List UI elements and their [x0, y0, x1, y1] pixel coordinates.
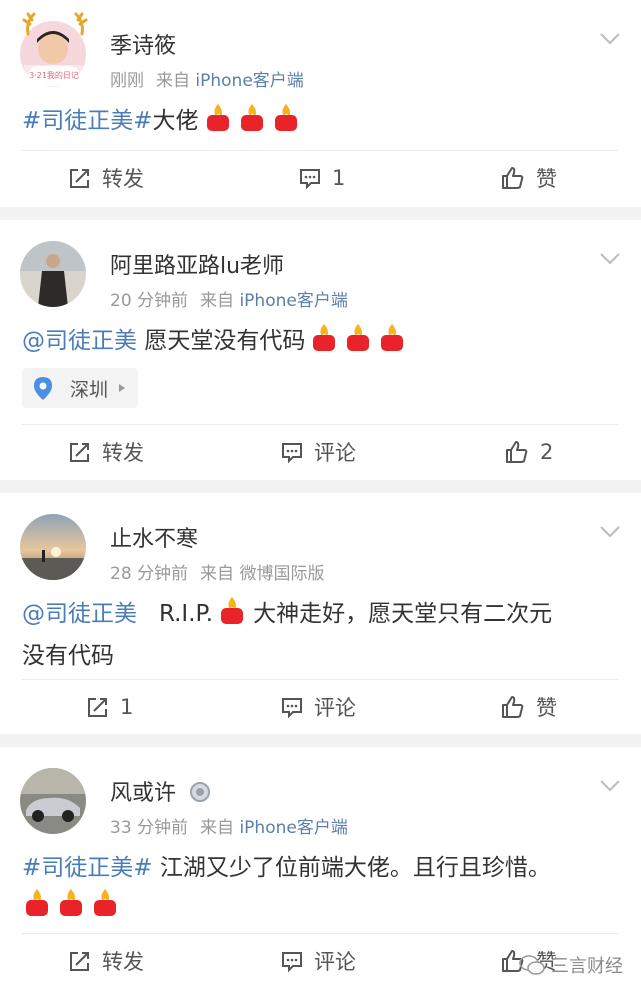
- avatar[interactable]: [20, 768, 86, 834]
- candle-emoji-icon: [217, 595, 247, 637]
- avatar-image: [20, 514, 86, 580]
- post-meta: 28 分钟前 来自 微博国际版: [110, 559, 324, 584]
- thumbs-up-icon: [502, 696, 524, 718]
- hashtag-link[interactable]: #司徒正美#: [22, 108, 153, 134]
- repost-button[interactable]: 1: [86, 680, 133, 734]
- like-button[interactable]: 2: [504, 425, 553, 479]
- avatar-badge: 3·21我的日记: [28, 66, 80, 86]
- watermark: 三言财经: [519, 952, 623, 978]
- hashtag-link[interactable]: #司徒正美#: [22, 855, 153, 881]
- location-tag[interactable]: 深圳: [22, 368, 139, 408]
- post-text: 没有代码: [22, 643, 114, 669]
- post-time: 刚刚: [110, 71, 144, 91]
- repost-button[interactable]: 转发: [68, 425, 144, 479]
- post-meta: 刚刚 来自 iPhone客户端: [110, 66, 304, 91]
- candle-emoji-icon: [237, 102, 267, 144]
- candle-emoji-icon: [22, 887, 52, 929]
- post-card: 阿里路亚路lu老师 20 分钟前 来自 iPhone客户端 @司徒正美 愿天堂没有…: [0, 220, 641, 480]
- post-text: 大佬: [152, 108, 199, 134]
- post-source: 来自 微博国际版: [200, 564, 325, 584]
- avatar[interactable]: [20, 241, 86, 307]
- location-pin-icon: [34, 377, 52, 400]
- post-text: R.I.P.: [158, 601, 214, 627]
- comment-button[interactable]: 评论: [280, 425, 356, 479]
- location-label: 深圳: [70, 378, 109, 401]
- comment-icon: [300, 169, 320, 190]
- post-source: 来自 iPhone客户端: [200, 818, 348, 838]
- post-content: #司徒正美# 江湖又少了位前端大佬。且行且珍惜。: [22, 849, 619, 929]
- repost-button[interactable]: 转发: [68, 934, 144, 988]
- avatar-image: [20, 241, 86, 307]
- candle-emoji-icon: [56, 887, 86, 929]
- mention-link[interactable]: @司徒正美: [22, 328, 137, 354]
- post-time: 28 分钟前: [110, 564, 189, 584]
- post-content: @司徒正美 R.I.P. 大神走好，愿天堂只有二次元没有代码: [22, 595, 619, 675]
- post-content: @司徒正美 愿天堂没有代码: [22, 322, 619, 364]
- watermark-text: 三言财经: [551, 956, 623, 977]
- repost-button[interactable]: 转发: [68, 151, 144, 205]
- post-meta: 20 分钟前 来自 iPhone客户端: [110, 286, 348, 311]
- caret-right-icon: [119, 384, 126, 392]
- post-source: 来自 iPhone客户端: [156, 71, 304, 91]
- post-meta: 33 分钟前 来自 iPhone客户端: [110, 813, 348, 838]
- repost-icon: [70, 952, 89, 971]
- antler-decoration-icon: [22, 12, 88, 36]
- chevron-down-icon[interactable]: [599, 32, 621, 46]
- medal-badge-icon[interactable]: [189, 781, 211, 803]
- post-text: 愿天堂没有代码: [144, 328, 306, 354]
- like-button[interactable]: 赞: [500, 151, 557, 205]
- post-card: 止水不寒 28 分钟前 来自 微博国际版 @司徒正美 R.I.P. 大神走好，愿天堂…: [0, 493, 641, 734]
- username[interactable]: 季诗筱: [110, 28, 176, 60]
- avatar[interactable]: [20, 514, 86, 580]
- chevron-down-icon[interactable]: [599, 525, 621, 539]
- post-time: 20 分钟前: [110, 291, 189, 311]
- comment-icon: [282, 443, 302, 464]
- comment-button[interactable]: 评论: [280, 934, 356, 988]
- mention-link[interactable]: @司徒正美: [22, 601, 137, 627]
- candle-emoji-icon: [309, 322, 339, 364]
- post-card: 3·21我的日记 季诗筱 刚刚 来自 iPhone客户端 #司徒正美#大佬 转发 …: [0, 0, 641, 207]
- username[interactable]: 阿里路亚路lu老师: [110, 248, 284, 280]
- candle-emoji-icon: [377, 322, 407, 364]
- post-source: 来自 iPhone客户端: [200, 291, 348, 311]
- chevron-down-icon[interactable]: [599, 779, 621, 793]
- username: 风或许: [110, 775, 211, 807]
- username-link[interactable]: 风或许: [110, 781, 176, 806]
- comment-icon: [282, 952, 302, 973]
- post-time: 33 分钟前: [110, 818, 189, 838]
- wechat-icon: [519, 955, 545, 975]
- comment-icon: [282, 698, 302, 719]
- username[interactable]: 止水不寒: [110, 521, 198, 553]
- like-button[interactable]: 赞: [500, 680, 557, 734]
- thumbs-up-icon: [502, 167, 524, 189]
- candle-emoji-icon: [203, 102, 233, 144]
- post-content: #司徒正美#大佬: [22, 102, 619, 144]
- candle-emoji-icon: [343, 322, 373, 364]
- repost-icon: [88, 698, 107, 717]
- candle-emoji-icon: [271, 102, 301, 144]
- chevron-down-icon[interactable]: [599, 252, 621, 266]
- avatar-image: [20, 768, 86, 834]
- comment-button[interactable]: 评论: [280, 680, 356, 734]
- repost-icon: [70, 169, 89, 188]
- post-text: 大神走好，愿天堂只有二次元: [253, 601, 553, 627]
- thumbs-up-icon: [506, 441, 528, 463]
- repost-icon: [70, 443, 89, 462]
- comment-button[interactable]: 1: [298, 151, 345, 205]
- post-text: 江湖又少了位前端大佬。且行且珍惜。: [159, 855, 551, 881]
- candle-emoji-icon: [90, 887, 120, 929]
